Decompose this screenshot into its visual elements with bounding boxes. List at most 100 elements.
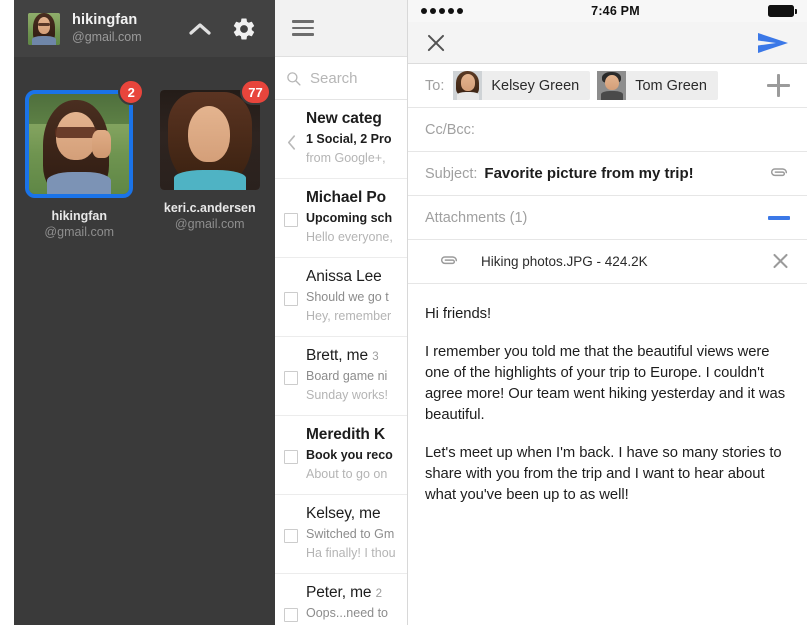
account-thumb-wrap: 2 [25, 79, 145, 198]
paperclip-icon[interactable] [768, 163, 790, 185]
mail-checkbox[interactable] [284, 450, 298, 464]
body-paragraph: I remember you told me that the beautifu… [425, 344, 786, 423]
mail-checkbox[interactable] [284, 529, 298, 543]
signal-dots-icon [421, 8, 463, 14]
mail-checkbox[interactable] [284, 213, 298, 227]
battery-icon [768, 5, 797, 17]
mail-sender: Peter, me 2 [306, 583, 407, 604]
attachment-row[interactable]: Hiking photos.JPG - 424.2K [408, 240, 807, 284]
mail-subject: Switched to Gm [306, 526, 395, 541]
mail-subject: Book you reco [306, 447, 393, 462]
search-placeholder: Search [310, 69, 358, 87]
account-email: @gmail.com [44, 224, 115, 239]
search-bar[interactable]: Search [275, 57, 407, 100]
send-arrow-icon[interactable] [756, 30, 790, 56]
mail-row[interactable]: Michael Po Upcoming sch Hello everyone, [275, 179, 407, 258]
cc-bcc-field-row[interactable]: Cc/Bcc: [408, 108, 807, 152]
compose-toolbar [408, 22, 807, 64]
paperclip-icon [440, 255, 458, 264]
row-gutter[interactable] [281, 371, 301, 390]
current-account-text: hikingfan @gmail.com [72, 12, 183, 44]
plus-icon[interactable] [767, 74, 790, 97]
account-name: hikingfan [51, 209, 108, 223]
mail-sender: Kelsey, me [306, 505, 381, 522]
mail-row[interactable]: Kelsey, me Switched to Gm Ha finally! I … [275, 495, 407, 574]
account-thumb-wrap: 77 [159, 79, 271, 190]
row-gutter[interactable] [281, 450, 301, 469]
attachments-header-row[interactable]: Attachments (1) [408, 196, 807, 240]
row-gutter[interactable] [281, 134, 301, 156]
mail-snippet: Hello everyone, [306, 229, 393, 244]
mail-sender-text: Peter, me [306, 584, 372, 601]
mail-row[interactable]: Meredith K Book you reco About to go on [275, 416, 407, 495]
to-field-row[interactable]: To: Kelsey Green Tom Green [408, 64, 807, 108]
mail-sender: Anissa Lee [306, 268, 382, 285]
account-unread-badge: 2 [118, 79, 145, 105]
current-account-header[interactable]: hikingfan @gmail.com [14, 0, 275, 57]
gear-icon[interactable] [227, 12, 261, 46]
mail-checkbox[interactable] [284, 292, 298, 306]
mail-subject: 1 Social, 2 Pro [306, 131, 392, 146]
to-label: To: [425, 77, 445, 94]
account-photo [159, 90, 260, 190]
status-bar-time: 7:46 PM [591, 4, 640, 18]
account-email: @gmail.com [174, 216, 245, 231]
recipient-chip[interactable]: Kelsey Green [453, 71, 591, 100]
row-gutter[interactable] [281, 608, 301, 625]
status-bar: 7:46 PM [408, 0, 807, 22]
body-paragraph: Let's meet up when I'm back. I have so m… [425, 445, 782, 503]
mail-row[interactable]: Brett, me 3 Board game ni Sunday works! [275, 337, 407, 416]
mail-subject: Upcoming sch [306, 210, 393, 225]
mail-subject: Should we go t [306, 289, 389, 304]
attachment-name: Hiking photos.JPG - 424.2K [481, 254, 648, 269]
mail-sender: Meredith K [306, 426, 386, 443]
mail-checkbox[interactable] [284, 608, 298, 622]
recipient-name: Kelsey Green [491, 77, 580, 94]
recipient-chips: Kelsey Green Tom Green [453, 71, 767, 100]
mail-snippet: Sunday works! [306, 387, 388, 402]
chevron-left-icon [287, 135, 295, 150]
mail-snippet: Hey, remember [306, 308, 392, 323]
account-name: keri.c.andersen [163, 201, 256, 215]
mail-sender-text: Brett, me [306, 347, 368, 364]
recipient-chip[interactable]: Tom Green [597, 71, 718, 100]
mail-row[interactable]: Anissa Lee Should we go t Hey, remember [275, 258, 407, 337]
close-icon[interactable] [771, 252, 790, 271]
compose-body[interactable]: Hi friends! I remember you told me that … [408, 284, 807, 625]
account-photo [25, 90, 134, 198]
body-paragraph: Hi friends! [425, 306, 492, 322]
mail-snippet: Ha finally! I thou [306, 545, 396, 560]
mail-row[interactable]: Peter, me 2 Oops...need to [275, 574, 407, 625]
avatar [597, 71, 627, 100]
subject-field-row[interactable]: Subject: Favorite picture from my trip! [408, 152, 807, 196]
close-icon[interactable] [425, 32, 447, 54]
row-gutter[interactable] [281, 529, 301, 548]
mail-sender: New categ [306, 110, 382, 127]
current-account-avatar [28, 12, 60, 45]
mail-thread-count: 2 [375, 588, 382, 600]
mail-list-topbar [275, 0, 407, 57]
chevron-up-icon[interactable] [183, 12, 217, 46]
account-unread-badge: 77 [240, 79, 271, 105]
mail-row[interactable]: New categ 1 Social, 2 Pro from Google+, [275, 100, 407, 179]
account-tile-hikingfan[interactable]: 2 hikingfan @gmail.com [14, 79, 145, 239]
account-grid: 2 hikingfan @gmail.com 77 keri.c.anderse… [14, 57, 275, 239]
account-tile-keri[interactable]: 77 keri.c.andersen @gmail.com [145, 79, 276, 239]
row-gutter[interactable] [281, 213, 301, 232]
cc-bcc-label: Cc/Bcc: [425, 121, 475, 138]
avatar [453, 71, 483, 100]
mail-thread-count: 3 [372, 351, 379, 363]
minus-icon[interactable] [768, 215, 790, 220]
mail-sender: Michael Po [306, 189, 386, 206]
subject-label: Subject: [425, 165, 478, 182]
account-switcher-pane: hikingfan @gmail.com 2 hikingfan @gmail.… [0, 0, 275, 625]
current-account-name: hikingfan [72, 12, 138, 29]
hamburger-icon[interactable] [292, 16, 314, 40]
subject-value: Favorite picture from my trip! [484, 165, 694, 182]
mail-subject: Board game ni [306, 368, 388, 383]
mail-checkbox[interactable] [284, 371, 298, 385]
mail-list-pane: Search New categ 1 Social, 2 Pro from Go… [275, 0, 408, 625]
mail-snippet: About to go on [306, 466, 388, 481]
attachments-header: Attachments (1) [425, 209, 528, 226]
row-gutter[interactable] [281, 292, 301, 311]
